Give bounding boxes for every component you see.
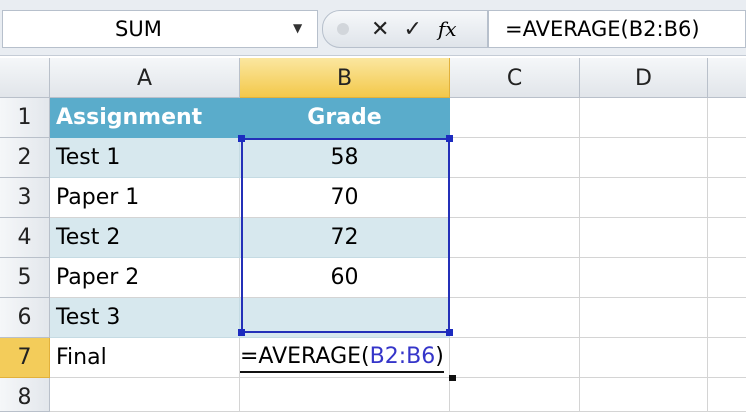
column-header-c[interactable]: C xyxy=(450,58,580,98)
cell[interactable] xyxy=(580,138,708,178)
cell[interactable] xyxy=(450,218,580,258)
header-assignment[interactable]: Assignment xyxy=(50,98,240,138)
range-handle[interactable] xyxy=(238,329,245,336)
cell[interactable] xyxy=(708,98,746,138)
assignment-cell[interactable]: Test 1 xyxy=(50,138,240,178)
range-handle[interactable] xyxy=(238,135,245,142)
cell[interactable] xyxy=(450,298,580,338)
cell[interactable] xyxy=(450,258,580,298)
cell[interactable] xyxy=(50,378,240,412)
formula-suffix: ) xyxy=(435,344,444,369)
cell[interactable] xyxy=(580,258,708,298)
cell[interactable] xyxy=(708,378,746,412)
select-all-corner[interactable] xyxy=(0,58,50,98)
assignment-cell[interactable]: Test 2 xyxy=(50,218,240,258)
cell[interactable] xyxy=(708,258,746,298)
selected-range-b2-b6 xyxy=(241,138,450,333)
cell[interactable] xyxy=(708,218,746,258)
cell[interactable] xyxy=(580,338,708,378)
formula-range-ref: B2:B6 xyxy=(369,344,436,369)
cell[interactable] xyxy=(580,218,708,258)
cell[interactable] xyxy=(580,298,708,338)
range-handle[interactable] xyxy=(446,329,453,336)
name-box-value: SUM xyxy=(115,17,162,41)
fill-handle[interactable] xyxy=(449,375,456,381)
cell[interactable] xyxy=(708,138,746,178)
cell[interactable] xyxy=(450,138,580,178)
final-label-cell[interactable]: Final xyxy=(50,338,240,378)
cell[interactable] xyxy=(450,338,580,378)
assignment-cell[interactable]: Test 3 xyxy=(50,298,240,338)
cell[interactable] xyxy=(708,298,746,338)
formula-buttons: ✕ ✓ fx xyxy=(322,10,488,48)
row-header-4[interactable]: 4 xyxy=(0,218,50,258)
assignment-cell[interactable]: Paper 1 xyxy=(50,178,240,218)
cancel-icon[interactable]: ✕ xyxy=(371,17,389,42)
cell[interactable] xyxy=(580,378,708,412)
cell[interactable] xyxy=(580,98,708,138)
cell[interactable] xyxy=(240,378,450,412)
cell[interactable] xyxy=(450,178,580,218)
cell[interactable] xyxy=(580,178,708,218)
formula-toolbar: SUM ▼ ✕ ✓ fx =AVERAGE(B2:B6) xyxy=(0,0,746,56)
column-header-e[interactable] xyxy=(708,58,746,98)
formula-input[interactable]: =AVERAGE(B2:B6) xyxy=(488,10,746,48)
assignment-cell[interactable]: Paper 2 xyxy=(50,258,240,298)
cell[interactable] xyxy=(450,378,580,412)
cell[interactable] xyxy=(708,338,746,378)
row-header-7[interactable]: 7 xyxy=(0,338,50,378)
cell[interactable] xyxy=(450,98,580,138)
row-header-5[interactable]: 5 xyxy=(0,258,50,298)
chevron-down-icon[interactable]: ▼ xyxy=(293,21,302,35)
cell[interactable] xyxy=(708,178,746,218)
cell-b7-editing[interactable]: =AVERAGE(B2:B6) xyxy=(240,344,444,373)
enter-icon[interactable]: ✓ xyxy=(403,17,421,42)
row-header-8[interactable]: 8 xyxy=(0,378,50,412)
row-header-3[interactable]: 3 xyxy=(0,178,50,218)
insert-function-icon[interactable]: fx xyxy=(438,17,457,41)
formula-prefix: =AVERAGE( xyxy=(240,344,370,369)
column-header-a[interactable]: A xyxy=(50,58,240,98)
range-handle[interactable] xyxy=(446,135,453,142)
column-header-b[interactable]: B xyxy=(240,58,450,98)
resize-handle-icon[interactable] xyxy=(337,23,349,35)
row-header-6[interactable]: 6 xyxy=(0,298,50,338)
column-header-d[interactable]: D xyxy=(580,58,708,98)
header-grade[interactable]: Grade xyxy=(240,98,450,138)
name-box[interactable]: SUM ▼ xyxy=(2,10,318,48)
row-header-1[interactable]: 1 xyxy=(0,98,50,138)
row-header-2[interactable]: 2 xyxy=(0,138,50,178)
